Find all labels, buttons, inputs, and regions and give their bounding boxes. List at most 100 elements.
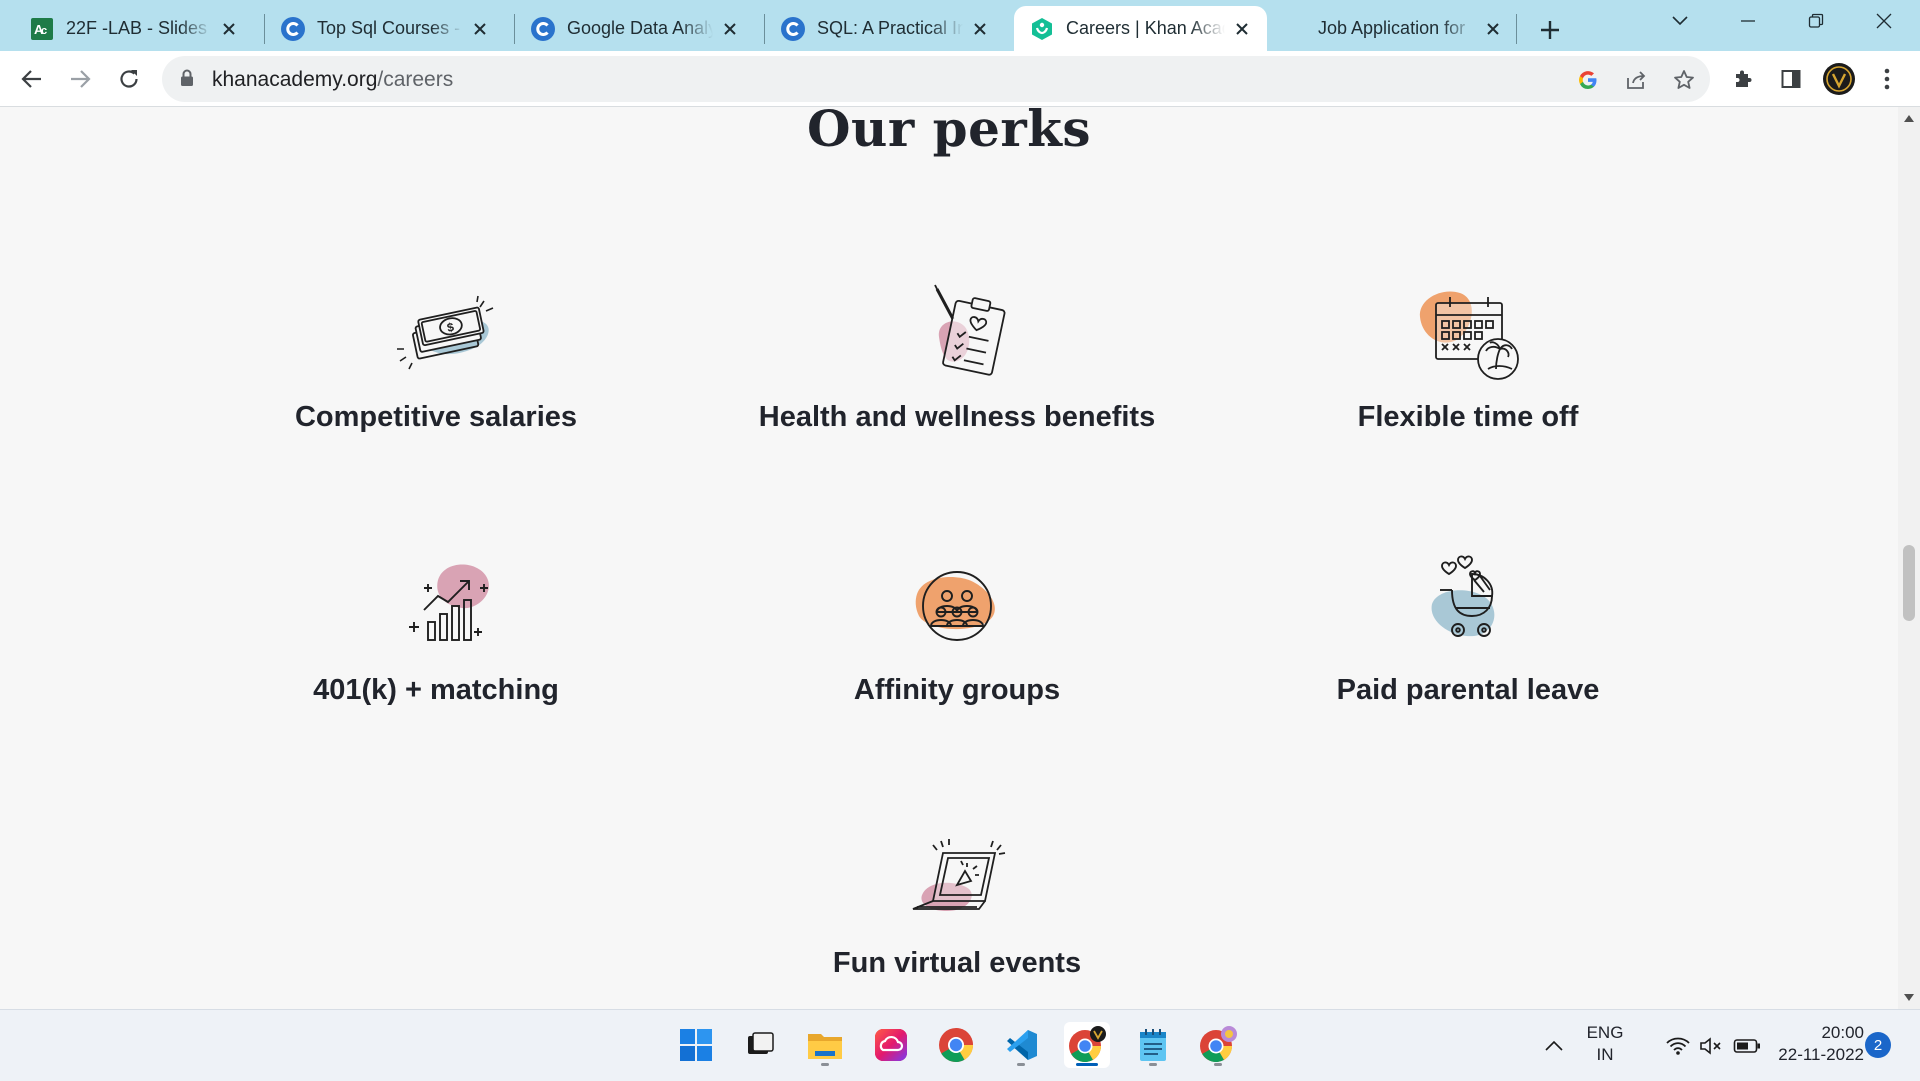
language-code: ENG [1586,1023,1624,1042]
slides-icon: Ac [30,17,54,41]
notification-badge[interactable]: 2 [1865,1032,1891,1058]
file-explorer-button[interactable] [802,1022,848,1068]
close-window-button[interactable] [1856,0,1912,42]
perk-flexible-time-off: Flexible time off [1218,277,1718,433]
tab-slides[interactable]: Ac 22F -LAB - Slides - Google Slides [14,6,254,51]
khan-academy-icon [1030,17,1054,41]
lock-icon[interactable] [180,69,194,92]
chrome-button[interactable] [933,1022,979,1068]
tab-sql-courses[interactable]: Top Sql Courses - Learn Sql Online [265,6,505,51]
perk-label: Fun virtual events [832,947,1082,979]
laptop-celebration-icon [897,823,1017,933]
minimize-icon [1741,20,1755,22]
tab-careers-khan[interactable]: Careers | Khan Academy [1014,6,1267,51]
tab-separator [1516,14,1517,44]
google-lens-icon[interactable] [1572,64,1604,96]
language-region: IN [1596,1045,1614,1064]
page-scrollbar[interactable] [1898,107,1920,1009]
url-text[interactable]: khanacademy.org/careers [212,68,453,92]
close-tab-icon[interactable] [469,18,491,40]
notepad-icon [1140,1029,1166,1061]
start-button[interactable] [673,1022,719,1068]
creative-cloud-icon [875,1029,907,1061]
clock-time: 20:00 [1821,1023,1864,1042]
close-tab-icon[interactable] [719,18,741,40]
scroll-thumb[interactable] [1903,545,1915,621]
bookmark-star-icon[interactable] [1668,64,1700,96]
restore-button[interactable] [1788,0,1844,42]
running-indicator [1214,1063,1222,1066]
speaker-muted-icon [1700,1036,1721,1055]
avatar [1823,63,1855,95]
tab-title: SQL: A Practical Introduction [817,18,963,38]
reload-button[interactable] [110,60,148,98]
puzzle-icon [1736,70,1752,87]
perk-label: Health and wellness benefits [758,401,1156,433]
perk-label: 401(k) + matching [313,674,559,706]
kebab-menu-icon [1884,68,1890,90]
baby-stroller-icon [1408,550,1528,660]
tab-title: Google Data Analytics [567,18,713,38]
people-group-icon [897,550,1017,660]
tab-title: Job Application for [1318,18,1466,38]
tab-strip: Ac 22F -LAB - Slides - Google Slides Top… [0,0,1920,51]
restore-icon [1808,13,1824,28]
show-hidden-icons-button[interactable] [1536,1010,1572,1081]
notepad-button[interactable] [1130,1022,1176,1068]
clock[interactable]: 20:00 22-11-2022 [1754,1022,1864,1066]
chrome-icon [939,1028,973,1062]
coursera-icon [781,16,805,41]
address-bar[interactable]: khanacademy.org/careers [162,56,1710,102]
chevron-up-icon [1545,1040,1563,1051]
perk-label: Affinity groups [853,674,1061,706]
perk-fun-virtual-events: Fun virtual events [707,823,1207,979]
browser-menu-button[interactable] [1868,60,1906,98]
running-indicator [1017,1063,1025,1066]
tab-search-button[interactable] [1652,0,1708,42]
creative-cloud-button[interactable] [868,1022,914,1068]
perk-competitive-salaries: $ Competitive salaries [186,277,686,433]
close-tab-icon[interactable] [218,18,240,40]
new-tab-button[interactable] [1530,10,1570,50]
side-panel-button[interactable] [1772,60,1810,98]
clipboard-checklist-icon [897,277,1017,387]
tab-title: 22F -LAB - Slides - Google Slides [66,18,212,38]
coursera-icon [281,16,305,41]
close-tab-icon[interactable] [969,18,991,40]
tab-data-analytics[interactable]: Google Data Analytics [515,6,755,51]
running-indicator [821,1063,829,1066]
scroll-up-arrow-icon[interactable] [1904,115,1914,122]
growth-chart-icon [384,550,504,660]
page-title: Our perks [806,107,1092,158]
minimize-button[interactable] [1720,0,1776,42]
tab-title: Top Sql Courses - Learn Sql Online [317,18,463,38]
perk-health-wellness: Health and wellness benefits [707,277,1207,433]
close-tab-icon[interactable] [1231,18,1253,40]
back-button[interactable] [13,60,51,98]
profile-avatar[interactable] [1820,60,1858,98]
arrow-right-icon [71,70,91,88]
chrome-alt-profile-icon [1200,1026,1237,1063]
arrow-left-icon [21,70,41,88]
page-content: Our perks $ Competitive salaries Health … [0,107,1898,1009]
url-domain: khanacademy.org [212,68,378,91]
vscode-button[interactable] [998,1022,1044,1068]
chrome-profile-button[interactable] [1064,1022,1110,1068]
close-tab-icon[interactable] [1482,18,1504,40]
money-icon: $ [384,277,504,387]
chevron-down-icon [1672,16,1688,26]
taskview-icon [748,1032,774,1054]
perk-401k-matching: 401(k) + matching [186,550,686,706]
windows-taskbar: ENG IN 20:00 22-11-2022 2 [0,1009,1920,1081]
task-view-button[interactable] [737,1022,783,1068]
language-indicator[interactable]: ENG IN [1572,1022,1638,1066]
side-panel-icon [1781,70,1801,88]
share-icon[interactable] [1620,64,1652,96]
extensions-button[interactable] [1724,60,1762,98]
tab-sql-intro[interactable]: SQL: A Practical Introduction [765,6,1005,51]
scroll-down-arrow-icon[interactable] [1904,994,1914,1001]
tab-job-application[interactable]: Job Application for [1278,6,1518,51]
clock-date: 22-11-2022 [1778,1045,1864,1064]
chrome-alt-profile-button[interactable] [1195,1022,1241,1068]
forward-button[interactable] [61,60,99,98]
